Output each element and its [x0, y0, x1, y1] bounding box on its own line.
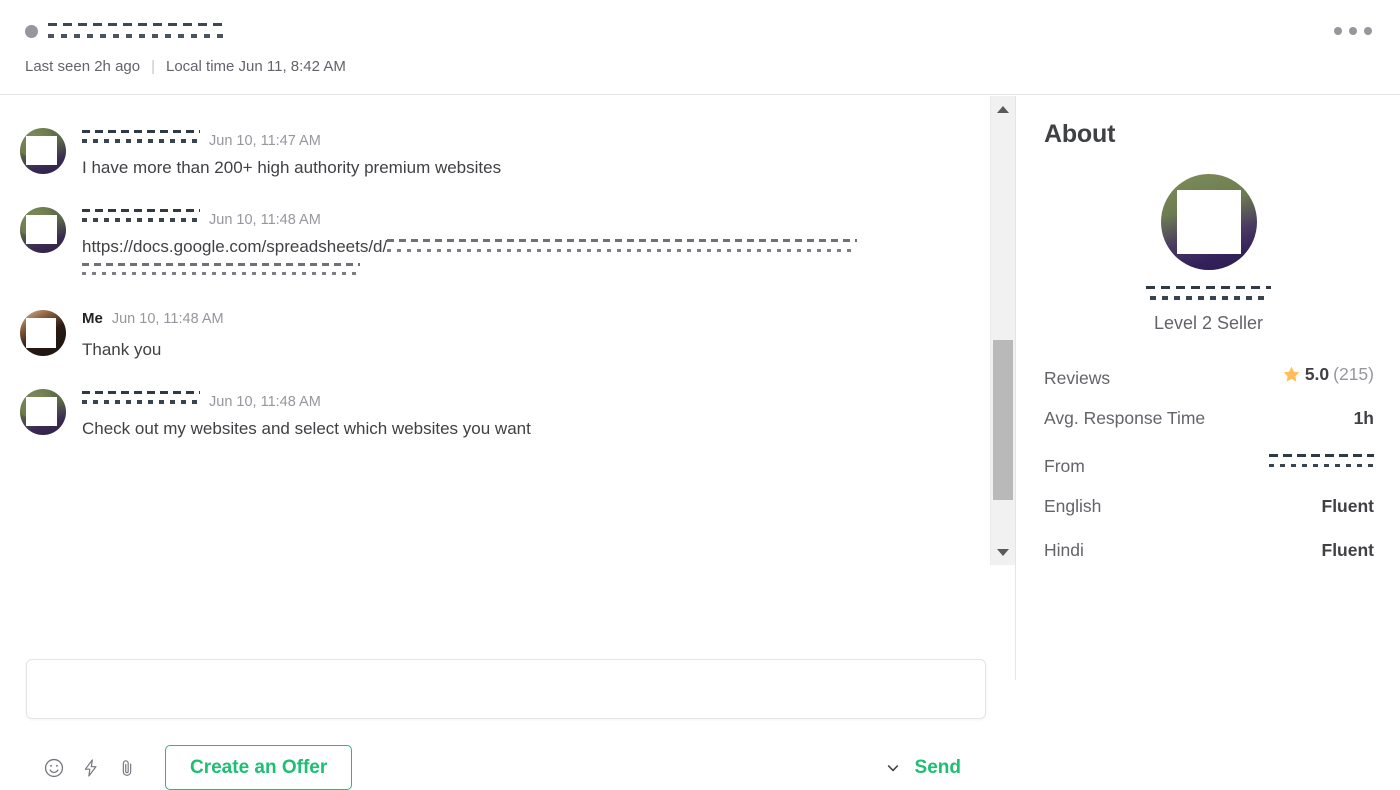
profile-username: [1016, 283, 1400, 305]
message-text: Thank you: [82, 339, 162, 359]
redacted-url-part: [82, 261, 360, 280]
chevron-down-icon[interactable]: [885, 760, 901, 776]
rating-value: 5.0: [1304, 364, 1330, 384]
ellipsis-horizontal-icon: [1364, 27, 1372, 35]
stat-value: Fluent: [1321, 540, 1375, 560]
about-panel: About Level 2 Seller Reviews 5.0 (215) A…: [1015, 96, 1400, 680]
message-item: Jun 10, 11:48 AM Check out my websites a…: [0, 388, 988, 442]
message-timestamp: Jun 10, 11:47 AM: [209, 133, 321, 149]
stat-value: 5.0 (215): [1282, 364, 1374, 385]
message-body: Jun 10, 11:48 AM Check out my websites a…: [82, 388, 968, 442]
profile-avatar[interactable]: [1160, 174, 1257, 270]
about-panel-title: About: [1044, 120, 1116, 148]
avatar[interactable]: [20, 388, 66, 435]
profile-stats-list: Reviews 5.0 (215) Avg. Response Time 1h …: [1044, 364, 1374, 584]
stat-value: Fluent: [1321, 496, 1375, 516]
scrollbar-thumb[interactable]: [993, 340, 1013, 500]
message-body: Jun 10, 11:47 AM I have more than 200+ h…: [82, 128, 968, 181]
message-author: [82, 128, 200, 145]
local-time-text: Local time Jun 11, 8:42 AM: [166, 58, 346, 75]
stat-row-from: From: [1044, 452, 1374, 496]
message-item: Jun 10, 11:47 AM I have more than 200+ h…: [0, 128, 988, 181]
message-composer: Create an Offer Send: [0, 561, 988, 790]
chat-pane: Jun 10, 11:47 AM I have more than 200+ h…: [0, 96, 988, 790]
message-timestamp: Jun 10, 11:48 AM: [209, 211, 321, 228]
caret-up-icon: [997, 105, 1009, 113]
stat-label: Avg. Response Time: [1044, 408, 1206, 428]
message-body: Me Jun 10, 11:48 AM Thank you: [82, 310, 968, 363]
stat-row-hindi: Hindi Fluent: [1044, 540, 1374, 584]
composer-toolbar: Create an Offer Send: [0, 745, 988, 790]
ellipsis-horizontal-icon: [1349, 27, 1357, 35]
message-timestamp: Jun 10, 11:48 AM: [111, 310, 224, 327]
message-input[interactable]: [26, 659, 986, 719]
messages-list: Jun 10, 11:47 AM I have more than 200+ h…: [0, 96, 988, 561]
send-group: Send: [885, 757, 961, 779]
conversation-header: Last seen 2h ago | Local time Jun 11, 8:…: [0, 0, 1400, 95]
composer-tool-icons: [43, 757, 137, 779]
star-icon: [1283, 366, 1300, 382]
message-timestamp: Jun 10, 11:48 AM: [209, 393, 321, 410]
meta-separator: |: [151, 58, 155, 75]
message-item: Me Jun 10, 11:48 AM Thank you: [0, 309, 988, 363]
header-username: [48, 20, 223, 42]
last-seen-text: Last seen 2h ago: [25, 58, 141, 75]
stat-row-english: English Fluent: [1044, 496, 1374, 540]
caret-down-icon: [997, 548, 1009, 556]
stat-value: 1h: [1353, 408, 1374, 428]
stat-label: English: [1044, 496, 1102, 516]
header-identity: [25, 20, 223, 42]
send-button[interactable]: Send: [915, 757, 961, 779]
quick-response-icon[interactable]: [81, 757, 101, 779]
online-status-dot: [25, 24, 38, 38]
message-text: Check out my websites and select which w…: [82, 418, 531, 438]
attachment-icon[interactable]: [117, 757, 137, 779]
message-text: I have more than 200+ high authority pre…: [82, 158, 502, 177]
stat-label: From: [1044, 456, 1085, 476]
ellipsis-horizontal-icon: [1334, 27, 1342, 35]
stat-row-response-time: Avg. Response Time 1h: [1044, 408, 1374, 452]
avatar[interactable]: [20, 309, 66, 356]
message-author: Me: [82, 309, 103, 327]
stat-value: [1269, 452, 1374, 472]
emoji-icon[interactable]: [43, 757, 65, 779]
avatar[interactable]: [20, 128, 66, 174]
review-count: (215): [1333, 364, 1374, 384]
message-body: Jun 10, 11:48 AM https://docs.google.com…: [82, 206, 968, 284]
message-header: Jun 10, 11:48 AM: [82, 206, 968, 228]
message-header: Jun 10, 11:48 AM: [82, 388, 968, 410]
avatar[interactable]: [20, 206, 66, 253]
message-header: Me Jun 10, 11:48 AM: [82, 310, 968, 329]
message-item: Jun 10, 11:48 AM https://docs.google.com…: [0, 206, 988, 284]
messages-scrollbar[interactable]: [990, 96, 1015, 565]
stat-label: Reviews: [1044, 368, 1111, 388]
message-author: [82, 206, 200, 224]
seller-level-badge: Level 2 Seller: [1153, 313, 1264, 333]
create-offer-button[interactable]: Create an Offer: [165, 745, 353, 790]
message-author: [82, 388, 200, 406]
more-options-button[interactable]: [1334, 27, 1372, 35]
header-meta: Last seen 2h ago | Local time Jun 11, 8:…: [25, 58, 346, 75]
message-header: Jun 10, 11:47 AM: [82, 128, 968, 149]
profile-block: Level 2 Seller: [1016, 174, 1400, 334]
stat-label: Hindi: [1044, 540, 1084, 560]
scrollbar-up-button[interactable]: [991, 100, 1015, 118]
redacted-url-part: [387, 235, 858, 256]
message-link-url[interactable]: https://docs.google.com/spreadsheets/d/: [82, 237, 387, 256]
message-text-link[interactable]: https://docs.google.com/spreadsheets/d/: [82, 235, 968, 284]
scrollbar-down-button[interactable]: [991, 543, 1015, 561]
stat-row-reviews: Reviews 5.0 (215): [1044, 364, 1374, 408]
